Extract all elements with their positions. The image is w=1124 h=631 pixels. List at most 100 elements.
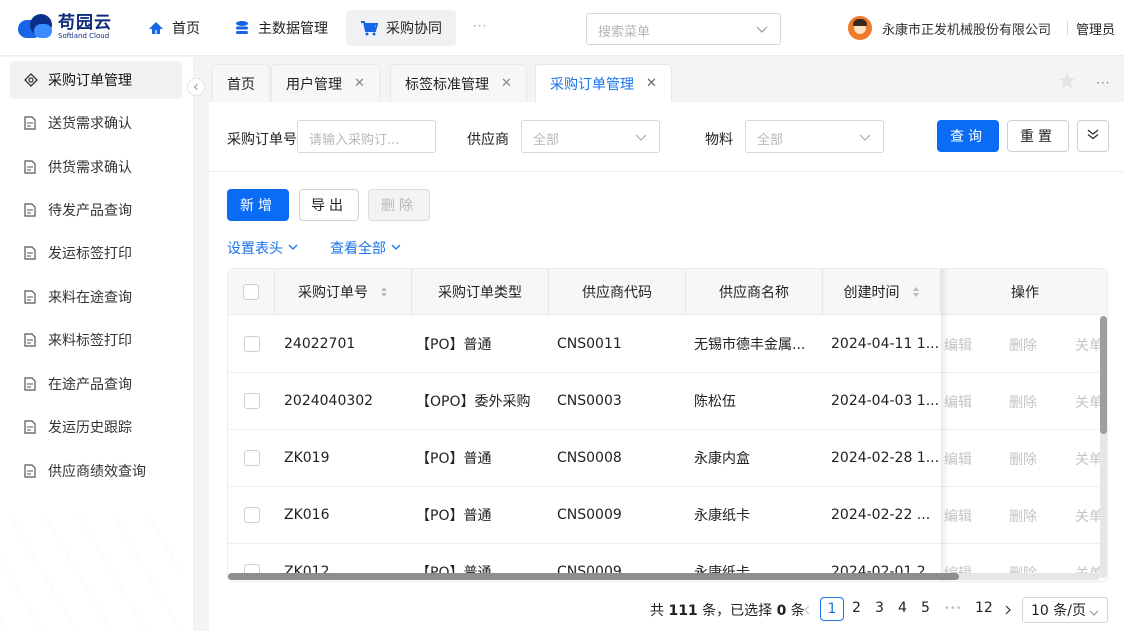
sort-icon[interactable] xyxy=(380,286,388,298)
row-checkbox[interactable] xyxy=(244,507,260,523)
table-header: 采购订单号 采购订单类型 供应商代码 供应商名称 创建时间 操作 xyxy=(228,269,1107,315)
nav-master-data-label: 主数据管理 xyxy=(258,21,328,37)
delete-action[interactable]: 删除 xyxy=(1009,506,1037,526)
sidebar-item-supply-confirm[interactable]: 供货需求确认 xyxy=(10,148,182,186)
menu-search-placeholder: 搜索菜单 xyxy=(598,25,651,40)
page-ellipsis[interactable]: ••• xyxy=(944,603,962,614)
header-created-time[interactable]: 创建时间 xyxy=(823,269,941,315)
sidebar-item-label: 送货需求确认 xyxy=(48,116,132,132)
row-checkbox[interactable] xyxy=(244,450,260,466)
add-button[interactable]: 新增 xyxy=(227,189,289,221)
nav-more-button[interactable]: ··· xyxy=(473,19,487,33)
document-icon xyxy=(24,464,40,478)
settings-icon xyxy=(24,73,40,87)
double-chevron-down-icon xyxy=(1086,127,1100,145)
close-icon[interactable]: ✕ xyxy=(501,76,512,91)
next-page-button[interactable] xyxy=(1004,603,1012,619)
tab-purchase-orders[interactable]: 采购订单管理 ✕ xyxy=(535,64,672,102)
nav-home[interactable]: 首页 xyxy=(148,10,200,46)
tab-user-management[interactable]: 用户管理 ✕ xyxy=(271,64,380,102)
sidebar-item-shipping-history[interactable]: 发运历史跟踪 xyxy=(10,408,182,446)
document-icon xyxy=(24,246,40,260)
cell-supplier-code: CNS0003 xyxy=(557,393,622,409)
page-button[interactable]: 2 xyxy=(852,600,861,616)
star-icon[interactable] xyxy=(1058,72,1076,94)
cell-supplier-name: 陈松伍 xyxy=(694,394,736,410)
user-name[interactable]: 管理员 xyxy=(1076,19,1115,38)
header-label: 操作 xyxy=(1011,285,1039,301)
page-size-select[interactable]: 10 条/页 xyxy=(1022,597,1108,623)
sidebar-item-incoming-transit[interactable]: 来料在途查询 xyxy=(10,278,182,316)
expand-filters-button[interactable] xyxy=(1077,120,1109,152)
view-all-label: 查看全部 xyxy=(330,241,386,257)
divider xyxy=(1067,21,1068,35)
query-button[interactable]: 查询 xyxy=(937,120,999,152)
sidebar-item-incoming-label-print[interactable]: 来料标签打印 xyxy=(10,321,182,359)
top-bar: 苟园云 Softland Cloud 首页 主数据管理 采购协同 ··· 搜索菜… xyxy=(0,0,1124,56)
tab-home[interactable]: 首页 xyxy=(212,64,270,102)
order-no-placeholder: 请输入采购订... xyxy=(309,133,400,148)
user-avatar[interactable] xyxy=(848,16,872,40)
cell-order-no: 24022701 xyxy=(284,336,356,352)
horizontal-scrollbar[interactable] xyxy=(228,573,959,580)
nav-purchase-collab-label: 采购协同 xyxy=(386,21,442,37)
sidebar-item-supplier-performance[interactable]: 供应商绩效查询 xyxy=(10,452,182,490)
header-supplier-name: 供应商名称 xyxy=(686,269,823,315)
prev-page-button[interactable] xyxy=(803,603,811,619)
sidebar-item-pending-products[interactable]: 待发产品查询 xyxy=(10,191,182,229)
close-order-action[interactable]: 关单 xyxy=(1075,449,1103,469)
sidebar-item-transit-products[interactable]: 在途产品查询 xyxy=(10,365,182,403)
close-icon[interactable]: ✕ xyxy=(646,76,657,91)
select-all-checkbox[interactable] xyxy=(243,284,259,300)
order-no-input[interactable]: 请输入采购订... xyxy=(297,120,436,153)
view-all-link[interactable]: 查看全部 xyxy=(330,238,401,258)
delete-action[interactable]: 删除 xyxy=(1009,335,1037,355)
sidebar-collapse-button[interactable] xyxy=(187,78,205,96)
menu-search-select[interactable]: 搜索菜单 xyxy=(586,13,781,45)
tab-label: 标签标准管理 xyxy=(405,76,489,93)
material-label: 物料 xyxy=(705,132,733,148)
supplier-select[interactable]: 全部 xyxy=(521,120,660,153)
home-icon xyxy=(148,20,164,36)
company-name[interactable]: 永康市正发机械股份有限公司 xyxy=(882,19,1051,38)
page-button[interactable]: 5 xyxy=(921,600,930,616)
sort-icon[interactable] xyxy=(912,286,920,298)
close-order-action[interactable]: 关单 xyxy=(1075,335,1103,355)
sidebar-item-purchase-orders[interactable]: 采购订单管理 xyxy=(10,61,182,99)
delete-button[interactable]: 删除 xyxy=(368,189,430,221)
delete-action[interactable]: 删除 xyxy=(1009,449,1037,469)
cell-supplier-code: CNS0009 xyxy=(557,507,622,523)
logo-mark-icon xyxy=(18,14,54,40)
set-header-link[interactable]: 设置表头 xyxy=(227,238,298,258)
export-button[interactable]: 导出 xyxy=(299,189,359,221)
delete-action[interactable]: 删除 xyxy=(1009,392,1037,412)
database-icon xyxy=(234,20,250,36)
page-button[interactable]: 3 xyxy=(875,600,884,616)
tab-label: 用户管理 xyxy=(286,76,342,93)
cell-created-time: 2024-04-03 1... xyxy=(831,393,940,409)
sidebar-item-shipping-label-print[interactable]: 发运标签打印 xyxy=(10,234,182,272)
nav-master-data[interactable]: 主数据管理 xyxy=(234,10,328,46)
vertical-scrollbar[interactable] xyxy=(1100,316,1107,434)
cell-supplier-name: 无锡市德丰金属... xyxy=(694,337,806,353)
close-order-action[interactable]: 关单 xyxy=(1075,506,1103,526)
tabs-more-button[interactable]: ··· xyxy=(1096,76,1110,90)
row-checkbox[interactable] xyxy=(244,393,260,409)
app-logo[interactable]: 苟园云 Softland Cloud xyxy=(18,14,112,40)
tab-label-standard[interactable]: 标签标准管理 ✕ xyxy=(390,64,527,102)
reset-button[interactable]: 重置 xyxy=(1007,120,1069,152)
material-select[interactable]: 全部 xyxy=(745,120,884,153)
row-checkbox[interactable] xyxy=(244,336,260,352)
close-icon[interactable]: ✕ xyxy=(354,76,365,91)
header-label: 采购订单号 xyxy=(298,285,368,301)
cell-created-time: 2024-02-22 ... xyxy=(831,507,931,523)
cell-order-type: 【PO】普通 xyxy=(416,508,492,524)
page-current[interactable]: 1 xyxy=(820,597,844,621)
header-order-type: 采购订单类型 xyxy=(412,269,549,315)
sidebar-item-delivery-confirm[interactable]: 送货需求确认 xyxy=(10,104,182,142)
nav-purchase-collab[interactable]: 采购协同 xyxy=(346,10,456,46)
header-order-no[interactable]: 采购订单号 xyxy=(275,269,412,315)
page-button[interactable]: 4 xyxy=(898,600,907,616)
page-button[interactable]: 12 xyxy=(975,600,993,616)
close-order-action[interactable]: 关单 xyxy=(1075,392,1103,412)
